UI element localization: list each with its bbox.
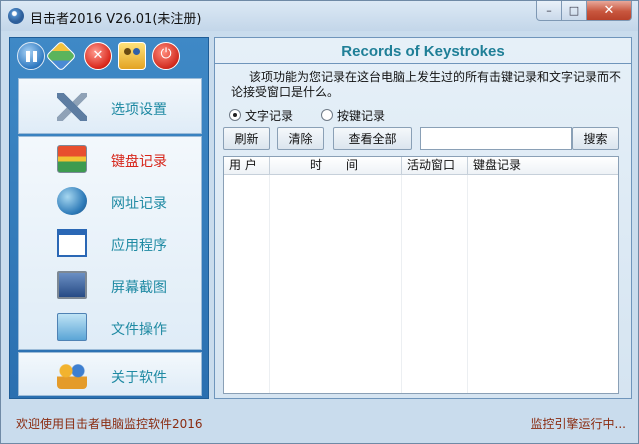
globe-icon [57, 187, 87, 215]
window-icon [57, 229, 87, 257]
sidebar-item-label: 关于软件 [111, 370, 167, 386]
people-icon [57, 361, 87, 389]
pause-icon[interactable] [17, 42, 45, 70]
page-title: Records of Keystrokes [341, 43, 505, 60]
status-welcome: 欢迎使用目击者电脑监控软件2016 [16, 417, 203, 431]
records-panel: 键盘记录 网址记录 应用程序 屏幕截图 文件操作 [18, 136, 202, 350]
column-header-user[interactable]: 用 户 [224, 157, 270, 175]
monitor-icon [57, 271, 87, 299]
users-icon[interactable] [118, 42, 146, 70]
sidebar-item-keystrokes[interactable]: 键盘记录 [19, 139, 201, 179]
stop-icon[interactable] [84, 42, 112, 70]
about-panel: 关于软件 [18, 352, 202, 396]
search-input[interactable] [420, 127, 572, 150]
app-logo-icon [8, 8, 24, 24]
files-icon [57, 313, 87, 341]
radio-label: 文字记录 [245, 108, 294, 123]
app-settings-icon[interactable] [45, 40, 77, 72]
minimize-button[interactable]: – [536, 1, 562, 21]
column-header-time[interactable]: 时 间 [270, 157, 402, 175]
sidebar-item-label: 屏幕截图 [111, 280, 167, 296]
column-divider [467, 175, 468, 393]
sidebar-item-urls[interactable]: 网址记录 [19, 181, 201, 221]
view-all-button[interactable]: 查看全部 [333, 127, 412, 150]
wrench-icon [57, 93, 87, 121]
record-type-radios: 文字记录 按键记录 [229, 107, 413, 123]
sidebar-item-label: 文件操作 [111, 322, 167, 338]
title-divider [215, 63, 631, 64]
records-table[interactable]: 用 户 时 间 活动窗口 键盘记录 [223, 156, 619, 394]
radio-label: 按键记录 [337, 108, 386, 123]
column-header-window[interactable]: 活动窗口 [402, 157, 468, 175]
sidebar-item-applications[interactable]: 应用程序 [19, 223, 201, 263]
app-window: 目击者2016 V26.01(未注册) – □ ✕ 选项设置 键盘记录 [0, 0, 639, 444]
radio-button[interactable] [321, 109, 334, 121]
window-controls: – □ ✕ [536, 1, 632, 21]
settings-panel: 选项设置 [18, 78, 202, 134]
sidebar-item-files[interactable]: 文件操作 [19, 307, 201, 347]
column-divider [269, 175, 270, 393]
sidebar-item-settings[interactable]: 选项设置 [19, 87, 201, 127]
search-button[interactable]: 搜索 [572, 127, 619, 150]
keyboard-icon [57, 145, 87, 173]
radio-text-records[interactable]: 文字记录 [229, 107, 293, 124]
sidebar-item-label: 选项设置 [111, 102, 167, 118]
window-title: 目击者2016 V26.01(未注册) [30, 12, 202, 27]
clear-button[interactable]: 清除 [277, 127, 324, 150]
status-engine: 监控引擎运行中... [530, 417, 626, 431]
close-button[interactable]: ✕ [587, 1, 632, 21]
sidebar: 选项设置 键盘记录 网址记录 应用程序 屏幕截图 文件操作 [9, 37, 209, 399]
main-panel: Records of Keystrokes 该项功能为您记录在这台电脑上发生过的… [214, 37, 632, 399]
radio-key-records[interactable]: 按键记录 [321, 107, 385, 124]
sidebar-item-label: 键盘记录 [111, 154, 167, 170]
power-icon[interactable] [152, 42, 180, 70]
column-header-keystrokes[interactable]: 键盘记录 [468, 157, 618, 175]
maximize-button[interactable]: □ [562, 1, 587, 21]
description-text: 该项功能为您记录在这台电脑上发生过的所有击键记录和文字记录而不论接受窗口是什么。 [231, 70, 622, 99]
toolbar [10, 38, 208, 76]
refresh-button[interactable]: 刷新 [223, 127, 270, 150]
title-bar[interactable]: 目击者2016 V26.01(未注册) – □ ✕ [1, 1, 638, 31]
radio-button[interactable] [229, 109, 241, 121]
sidebar-item-screenshots[interactable]: 屏幕截图 [19, 265, 201, 305]
sidebar-item-about[interactable]: 关于软件 [19, 355, 201, 395]
sidebar-item-label: 应用程序 [111, 238, 167, 254]
sidebar-item-label: 网址记录 [111, 196, 167, 212]
table-header: 用 户 时 间 活动窗口 键盘记录 [224, 157, 618, 175]
column-divider [401, 175, 402, 393]
